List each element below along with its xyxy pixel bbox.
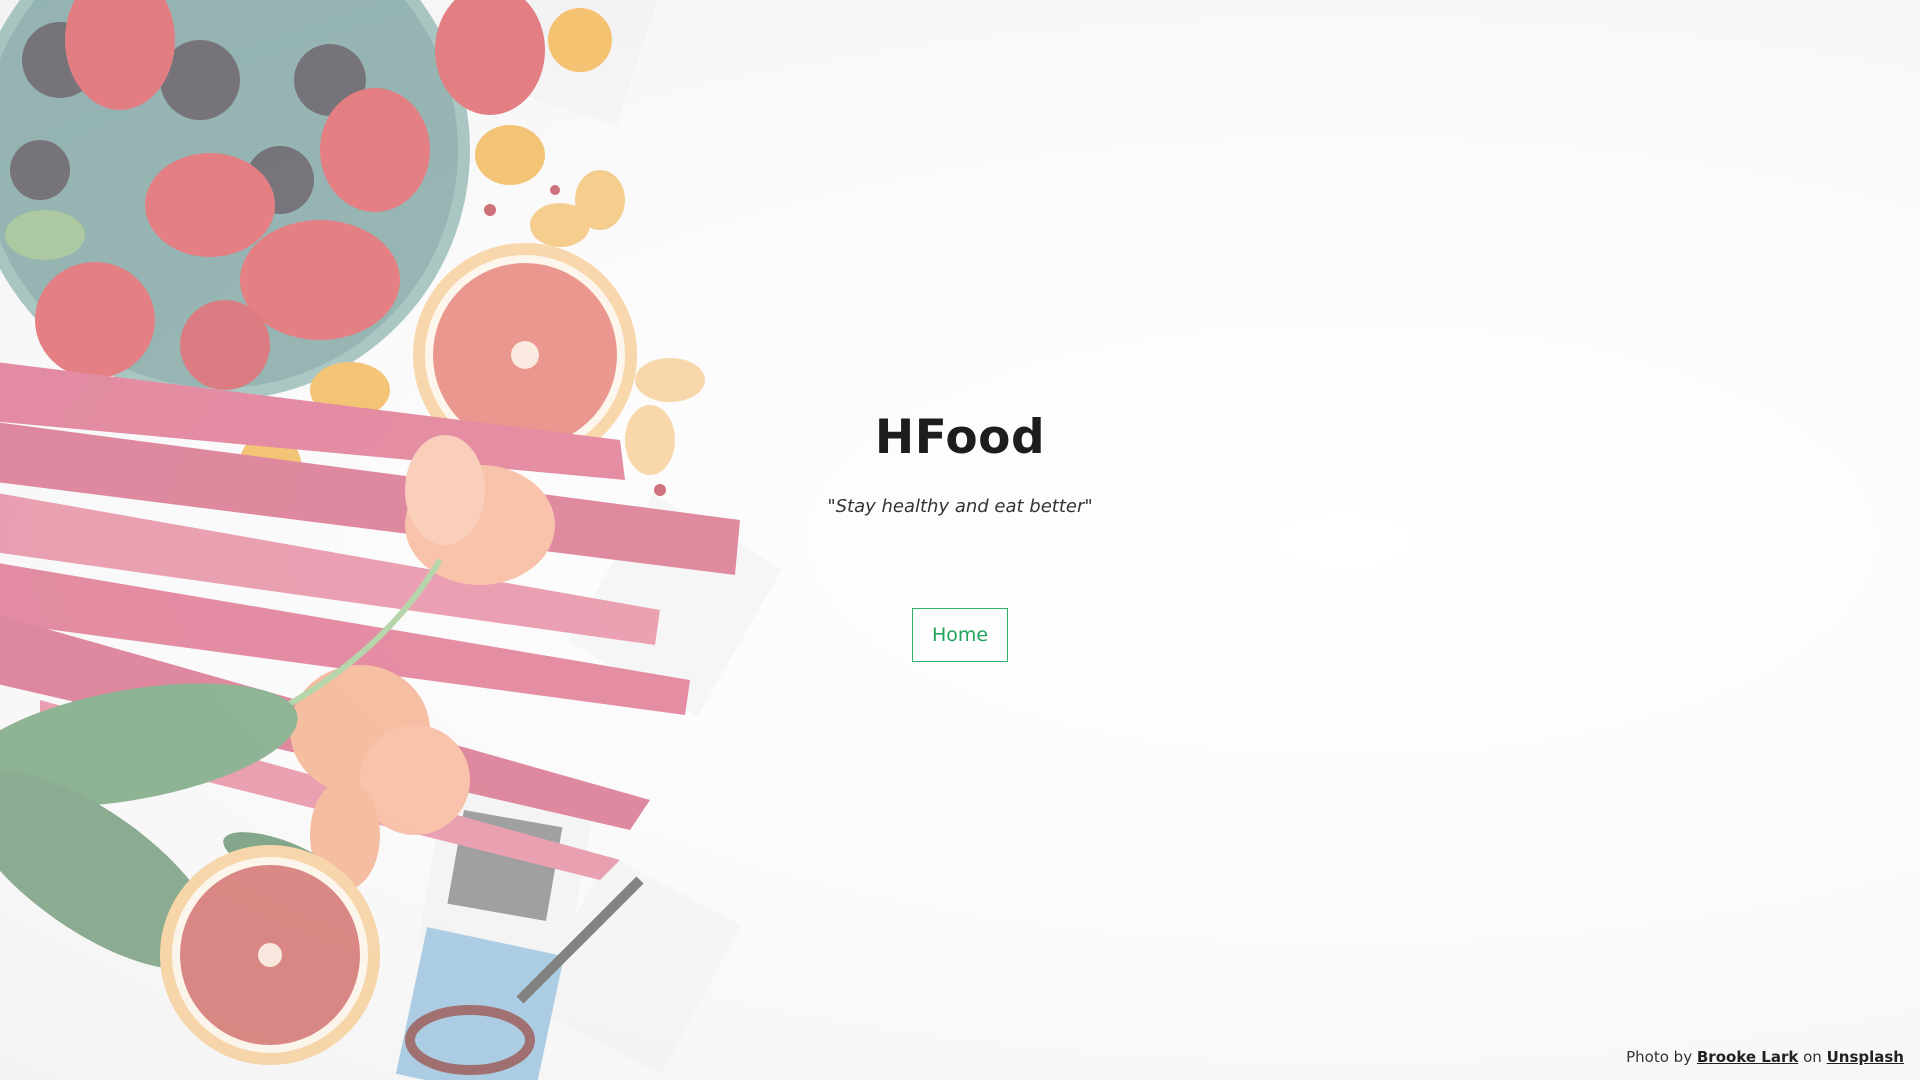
unsplash-link[interactable]: Unsplash: [1827, 1048, 1904, 1066]
photo-credit: Photo by Brooke Lark on Unsplash: [1626, 1048, 1904, 1066]
page: HFood "Stay healthy and eat better" Home…: [0, 0, 1920, 1080]
credit-middle: on: [1803, 1048, 1822, 1066]
site-tagline: "Stay healthy and eat better": [827, 496, 1093, 517]
credit-prefix: Photo by: [1626, 1048, 1693, 1066]
site-title: HFood: [874, 410, 1046, 465]
author-link[interactable]: Brooke Lark: [1697, 1048, 1798, 1066]
home-button[interactable]: Home: [912, 608, 1008, 662]
hero-section: HFood "Stay healthy and eat better" Home: [0, 0, 1920, 1080]
